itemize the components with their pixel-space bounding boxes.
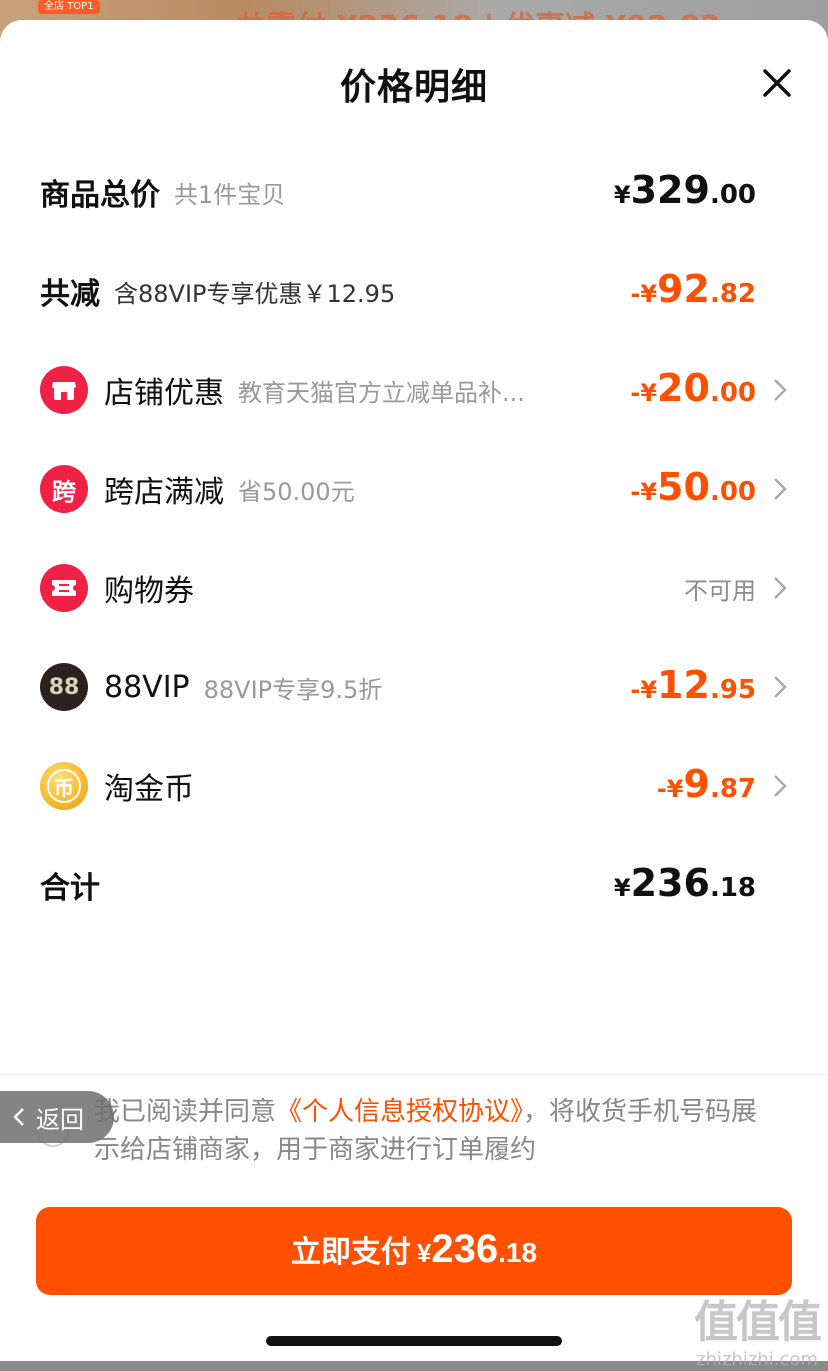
background-tag: 全店 TOP1 (38, 0, 100, 14)
sheet-title: 价格明细 (339, 67, 488, 108)
chevron-right-icon[interactable] (772, 377, 788, 403)
watermark: 值值值 zhizhizhi.com (694, 1297, 822, 1370)
coins-row[interactable]: 币 淘金币 -¥ 9 .87 (0, 756, 828, 816)
coins-amount: -¥ 9 .87 (656, 762, 756, 806)
total-reduce-row: 共减 含88VIP专享优惠￥12.95 -¥ 92 .82 (0, 261, 828, 321)
vip-label: 88VIP (104, 669, 190, 705)
coupon-status: 不可用 (684, 576, 756, 605)
back-button[interactable]: 返回 (0, 1091, 114, 1143)
goods-total-amount: ¥ 329 .00 (613, 168, 756, 212)
chevron-right-icon[interactable] (772, 674, 788, 700)
home-indicator[interactable] (266, 1336, 562, 1346)
store-discount-row[interactable]: 店铺优惠 教育天猫官方立减单品补... -¥ 20 .00 (0, 360, 828, 420)
cross-store-amount: -¥ 50 .00 (630, 465, 756, 509)
store-discount-note: 教育天猫官方立减单品补... (238, 378, 525, 407)
total-reduce-note: 含88VIP专享优惠￥12.95 (114, 279, 396, 308)
store-discount-label: 店铺优惠 (104, 376, 224, 411)
kua-badge-icon: 跨 (40, 465, 88, 513)
ticket-icon (40, 564, 88, 612)
total-label: 合计 (40, 871, 100, 906)
goods-count: 共1件宝贝 (174, 180, 286, 209)
goods-total-row: 商品总价 共1件宝贝 ¥ 329 .00 (0, 162, 828, 222)
88vip-icon: 88 (40, 663, 88, 711)
price-detail-sheet: 价格明细 商品总价 共1件宝贝 ¥ 329 .00 共减 含88VIP专享优惠￥… (0, 20, 828, 1370)
coupon-label: 购物券 (104, 574, 194, 609)
gold-coin-icon: 币 (40, 762, 88, 810)
divider (0, 1074, 828, 1075)
goods-total-label: 商品总价 (40, 178, 160, 213)
chevron-left-icon (13, 1108, 24, 1126)
total-reduce-label: 共减 (40, 277, 100, 312)
back-button-label: 返回 (36, 1105, 84, 1134)
vip-amount: -¥ 12 .95 (630, 663, 756, 707)
pay-now-button[interactable]: 立即支付 ¥ 236 .18 (36, 1207, 792, 1295)
coins-label: 淘金币 (104, 772, 194, 807)
chevron-right-icon[interactable] (772, 773, 788, 799)
chevron-right-icon[interactable] (772, 575, 788, 601)
cross-store-note: 省50.00元 (238, 477, 355, 506)
total-amount: ¥ 236 .18 (613, 861, 756, 905)
vip-row[interactable]: 88 88VIP 88VIP专享9.5折 -¥ 12 .95 (0, 657, 828, 717)
store-discount-amount: -¥ 20 .00 (630, 366, 756, 410)
total-reduce-amount: -¥ 92 .82 (630, 267, 756, 311)
cross-store-label: 跨店满减 (104, 475, 224, 510)
pay-now-label: 立即支付 (290, 1236, 411, 1269)
close-icon[interactable] (760, 66, 794, 100)
cross-store-row[interactable]: 跨 跨店满减 省50.00元 -¥ 50 .00 (0, 459, 828, 519)
coupon-row[interactable]: 购物券 不可用 (0, 558, 828, 618)
store-icon (40, 366, 88, 414)
privacy-agreement-link[interactable]: 《个人信息授权协议》 (276, 1097, 523, 1127)
total-row: 合计 ¥ 236 .18 (0, 855, 828, 915)
vip-note: 88VIP专享9.5折 (203, 675, 383, 704)
chevron-right-icon[interactable] (772, 476, 788, 502)
agreement-text: 我已阅读并同意《个人信息授权协议》，将收货手机号码展示给店铺商家，用于商家进行订… (94, 1097, 758, 1165)
